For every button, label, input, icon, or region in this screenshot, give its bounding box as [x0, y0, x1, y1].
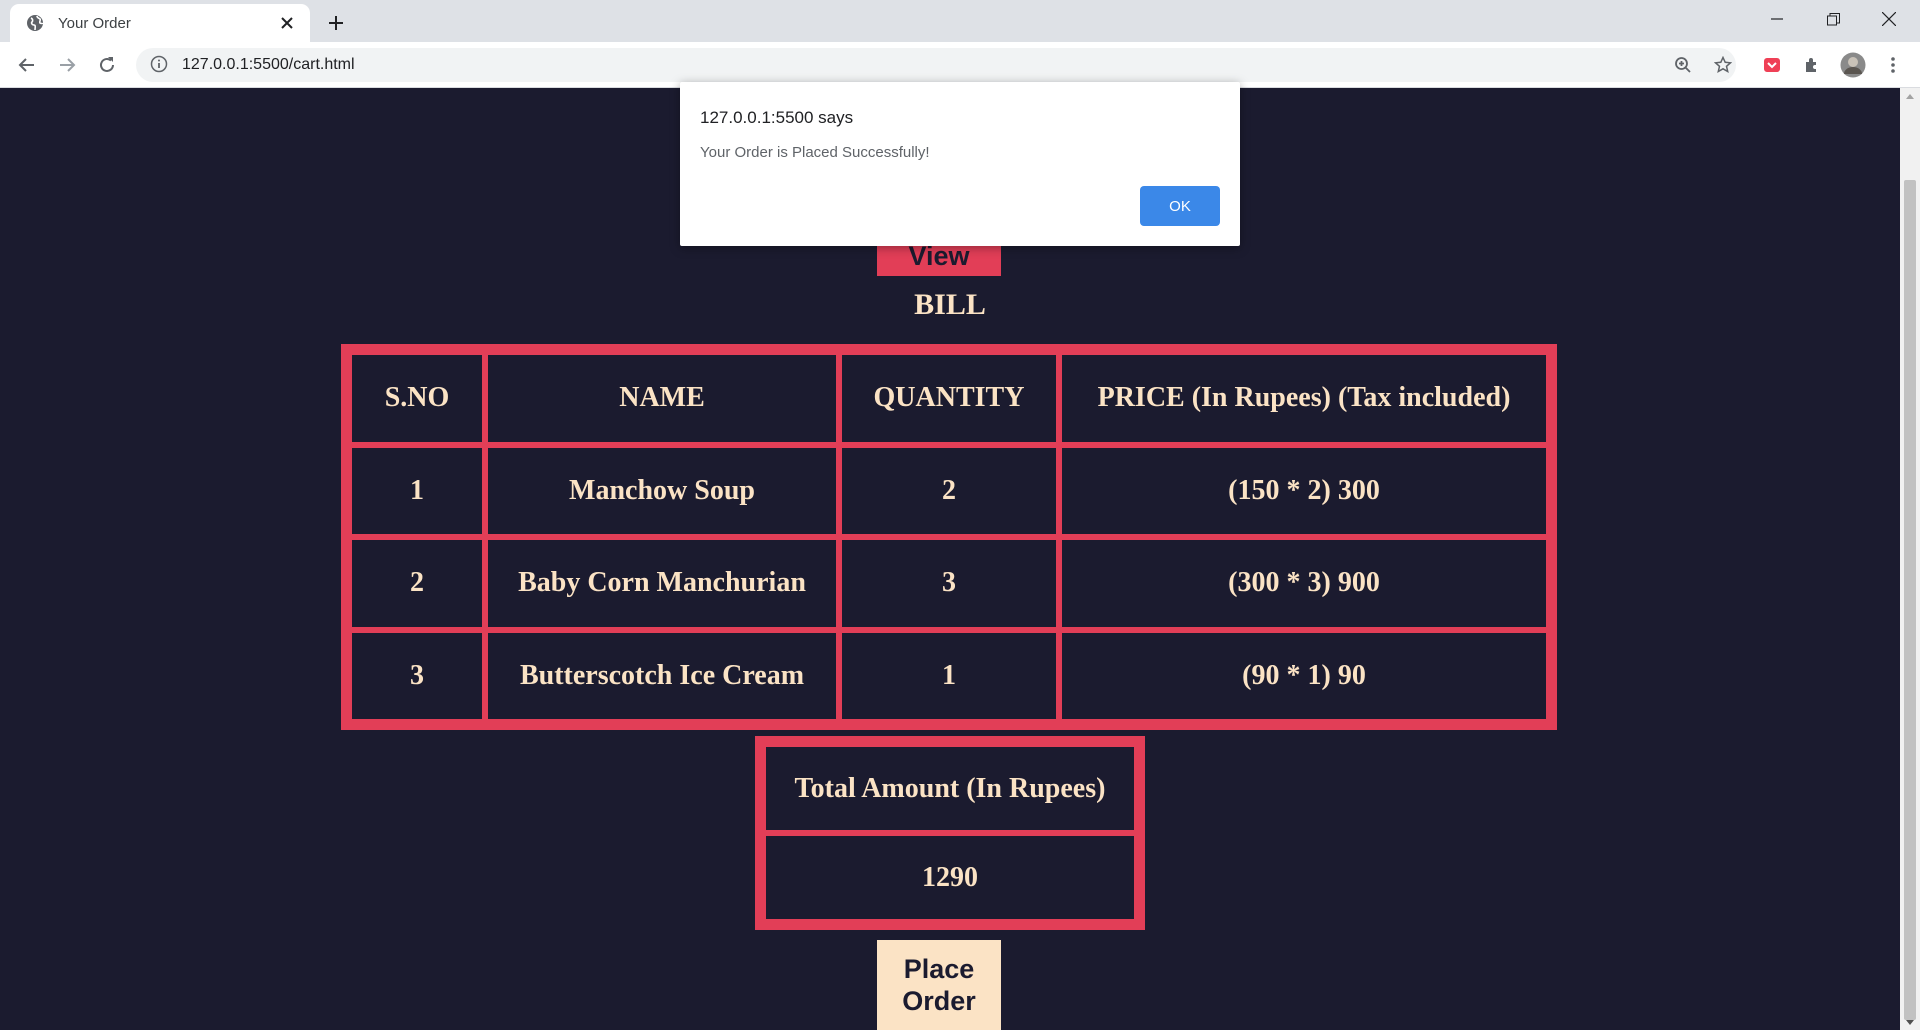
- row-price: (300 * 3) 900: [1062, 540, 1546, 627]
- total-value: 1290: [766, 836, 1134, 919]
- pocket-extension-icon[interactable]: [1757, 50, 1787, 80]
- header-price: PRICE (In Rupees) (Tax included): [1062, 355, 1546, 442]
- dialog-message: Your Order is Placed Successfully!: [700, 144, 930, 161]
- minimize-icon[interactable]: [1748, 0, 1806, 38]
- globe-icon: [26, 14, 44, 32]
- row-price: (90 * 1) 90: [1062, 632, 1546, 719]
- row-name: Baby Corn Manchurian: [488, 540, 836, 627]
- scroll-thumb[interactable]: [1904, 180, 1916, 1020]
- extensions-puzzle-icon[interactable]: [1797, 50, 1827, 80]
- header-name: NAME: [488, 355, 836, 442]
- tab-strip: Your Order: [0, 0, 1920, 42]
- reload-icon[interactable]: [92, 50, 122, 80]
- tab-title: Your Order: [58, 14, 131, 32]
- forward-arrow-icon[interactable]: [52, 50, 82, 80]
- alert-dialog: 127.0.0.1:5500 says Your Order is Placed…: [680, 82, 1240, 246]
- restore-icon[interactable]: [1804, 0, 1862, 38]
- row-name: Butterscotch Ice Cream: [488, 632, 836, 719]
- row-sno: 2: [352, 540, 482, 627]
- bill-heading: BILL: [914, 288, 986, 321]
- bill-table: S.NO NAME QUANTITY PRICE (In Rupees) (Ta…: [341, 344, 1557, 730]
- info-icon[interactable]: [150, 55, 170, 75]
- total-table: Total Amount (In Rupees) 1290: [755, 736, 1145, 930]
- place-order-button[interactable]: Place Order: [877, 940, 1001, 1030]
- table-row: 3 Butterscotch Ice Cream 1 (90 * 1) 90: [352, 632, 1546, 719]
- address-bar[interactable]: 127.0.0.1:5500/cart.html: [136, 48, 1736, 82]
- table-row: 1 Manchow Soup 2 (150 * 2) 300: [352, 447, 1546, 534]
- back-arrow-icon[interactable]: [12, 50, 42, 80]
- dialog-title: 127.0.0.1:5500 says: [700, 108, 854, 127]
- row-price: (150 * 2) 300: [1062, 447, 1546, 534]
- menu-kebab-icon[interactable]: [1878, 50, 1908, 80]
- row-quantity: 3: [842, 540, 1056, 627]
- browser-tab[interactable]: Your Order: [10, 4, 310, 42]
- bookmark-star-icon[interactable]: [1708, 50, 1738, 80]
- header-quantity: QUANTITY: [842, 355, 1056, 442]
- total-header: Total Amount (In Rupees): [766, 747, 1134, 830]
- scroll-down-arrow-icon[interactable]: [1900, 1014, 1920, 1030]
- profile-avatar[interactable]: [1838, 50, 1868, 80]
- row-quantity: 2: [842, 447, 1056, 534]
- new-tab-icon[interactable]: [322, 10, 350, 36]
- tab-close-icon[interactable]: [276, 12, 298, 34]
- url-text: 127.0.0.1:5500/cart.html: [182, 56, 355, 73]
- close-window-icon[interactable]: [1860, 0, 1918, 38]
- row-quantity: 1: [842, 632, 1056, 719]
- table-row: 2 Baby Corn Manchurian 3 (300 * 3) 900: [352, 540, 1546, 627]
- row-name: Manchow Soup: [488, 447, 836, 534]
- row-sno: 3: [352, 632, 482, 719]
- header-sno: S.NO: [352, 355, 482, 442]
- zoom-icon[interactable]: [1668, 50, 1698, 80]
- scroll-up-arrow-icon[interactable]: [1900, 88, 1920, 104]
- ok-button[interactable]: OK: [1140, 186, 1220, 226]
- row-sno: 1: [352, 447, 482, 534]
- table-header-row: S.NO NAME QUANTITY PRICE (In Rupees) (Ta…: [352, 355, 1546, 442]
- page-scrollbar[interactable]: [1900, 88, 1920, 1030]
